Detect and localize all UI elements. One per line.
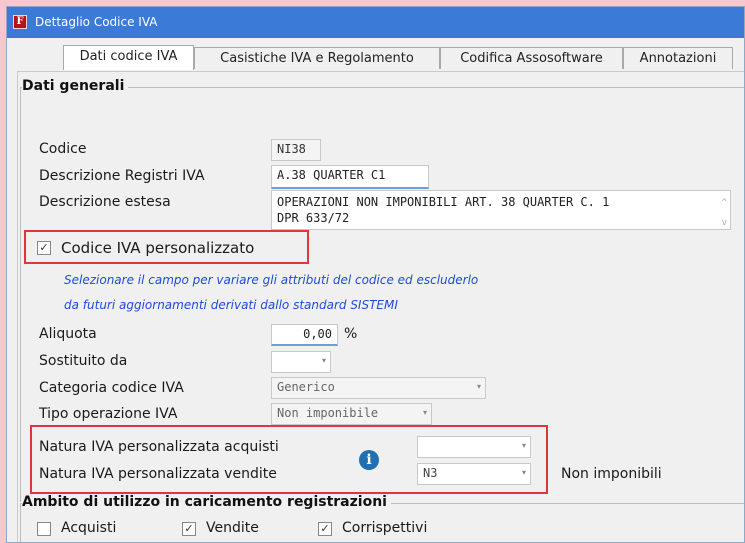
detail-window: F Dettaglio Codice IVA Dati codice IVA C… xyxy=(6,6,745,543)
sostituito-dropdown[interactable]: ▾ xyxy=(271,351,331,373)
tipo-operazione-dropdown[interactable]: Non imponibile ▾ xyxy=(271,403,432,425)
tab-annotazioni[interactable]: Annotazioni xyxy=(623,47,733,69)
sostituito-label: Sostituito da xyxy=(39,353,128,369)
app-icon: F xyxy=(13,15,27,29)
chevron-down-icon: ▾ xyxy=(476,382,481,391)
vendite-label: Vendite xyxy=(206,520,259,536)
tab-codifica-assosoftware[interactable]: Codifica Assosoftware xyxy=(440,47,623,69)
tipo-operazione-label: Tipo operazione IVA xyxy=(39,406,178,422)
info-icon[interactable]: i xyxy=(359,450,379,470)
group-border-left xyxy=(20,87,21,502)
group-border-top xyxy=(20,87,744,88)
categoria-dropdown[interactable]: Generico ▾ xyxy=(271,377,486,399)
scroll-arrows-icon[interactable]: ^ v xyxy=(722,193,727,233)
tipo-operazione-value: Non imponibile xyxy=(277,406,379,420)
personalizzato-label: Codice IVA personalizzato xyxy=(61,239,255,257)
chevron-down-icon: ▾ xyxy=(521,468,526,477)
corrispettivi-label: Corrispettivi xyxy=(342,520,428,536)
vendite-checkbox[interactable]: ✓ xyxy=(182,522,196,536)
natura-vendite-value: N3 xyxy=(423,466,438,480)
descr-estesa-label: Descrizione estesa xyxy=(39,194,171,210)
chevron-down-icon: ▾ xyxy=(321,356,326,365)
chevron-down-icon: ▾ xyxy=(521,441,526,450)
hint-line-2: da futuri aggiornamenti derivati dallo s… xyxy=(64,298,398,312)
descr-estesa-field[interactable]: OPERAZIONI NON IMPONIBILI ART. 38 QUARTE… xyxy=(271,190,731,230)
natura-vendite-label: Natura IVA personalizzata vendite xyxy=(39,466,277,482)
window-title: Dettaglio Codice IVA xyxy=(35,15,158,29)
tab-casistiche-iva[interactable]: Casistiche IVA e Regolamento xyxy=(194,47,440,69)
descr-registri-label: Descrizione Registri IVA xyxy=(39,168,205,184)
chevron-down-icon: ▾ xyxy=(422,408,427,417)
aliquota-label: Aliquota xyxy=(39,326,97,342)
section-ambito: Ambito di utilizzo in caricamento regist… xyxy=(22,494,391,510)
natura-vendite-dropdown[interactable]: N3 ▾ xyxy=(417,463,531,485)
title-bar: F Dettaglio Codice IVA xyxy=(7,7,744,38)
codice-field[interactable]: NI38 xyxy=(271,139,321,161)
group-border-ambito-left xyxy=(20,503,21,542)
aliquota-unit: % xyxy=(344,326,358,342)
personalizzato-checkbox[interactable]: ✓ xyxy=(37,241,51,255)
tab-content: Dati generali Codice NI38 Descrizione Re… xyxy=(17,71,744,542)
section-dati-generali: Dati generali xyxy=(22,78,129,94)
natura-acquisti-dropdown[interactable]: ▾ xyxy=(417,436,531,458)
corrispettivi-checkbox[interactable]: ✓ xyxy=(318,522,332,536)
acquisti-label: Acquisti xyxy=(61,520,117,536)
tab-dati-codice-iva[interactable]: Dati codice IVA xyxy=(63,45,194,70)
natura-acquisti-label: Natura IVA personalizzata acquisti xyxy=(39,439,279,455)
categoria-label: Categoria codice IVA xyxy=(39,380,184,396)
acquisti-checkbox[interactable] xyxy=(37,522,51,536)
natura-vendite-description: Non imponibili xyxy=(561,466,662,482)
descr-registri-field[interactable]: A.38 QUARTER C1 xyxy=(271,165,429,189)
hint-line-1: Selezionare il campo per variare gli att… xyxy=(64,273,479,287)
aliquota-field[interactable]: 0,00 xyxy=(271,324,338,346)
descr-estesa-line1: OPERAZIONI NON IMPONIBILI ART. 38 QUARTE… xyxy=(277,195,610,209)
categoria-value: Generico xyxy=(277,380,335,394)
codice-label: Codice xyxy=(39,141,87,157)
descr-estesa-line2: DPR 633/72 xyxy=(277,211,350,225)
